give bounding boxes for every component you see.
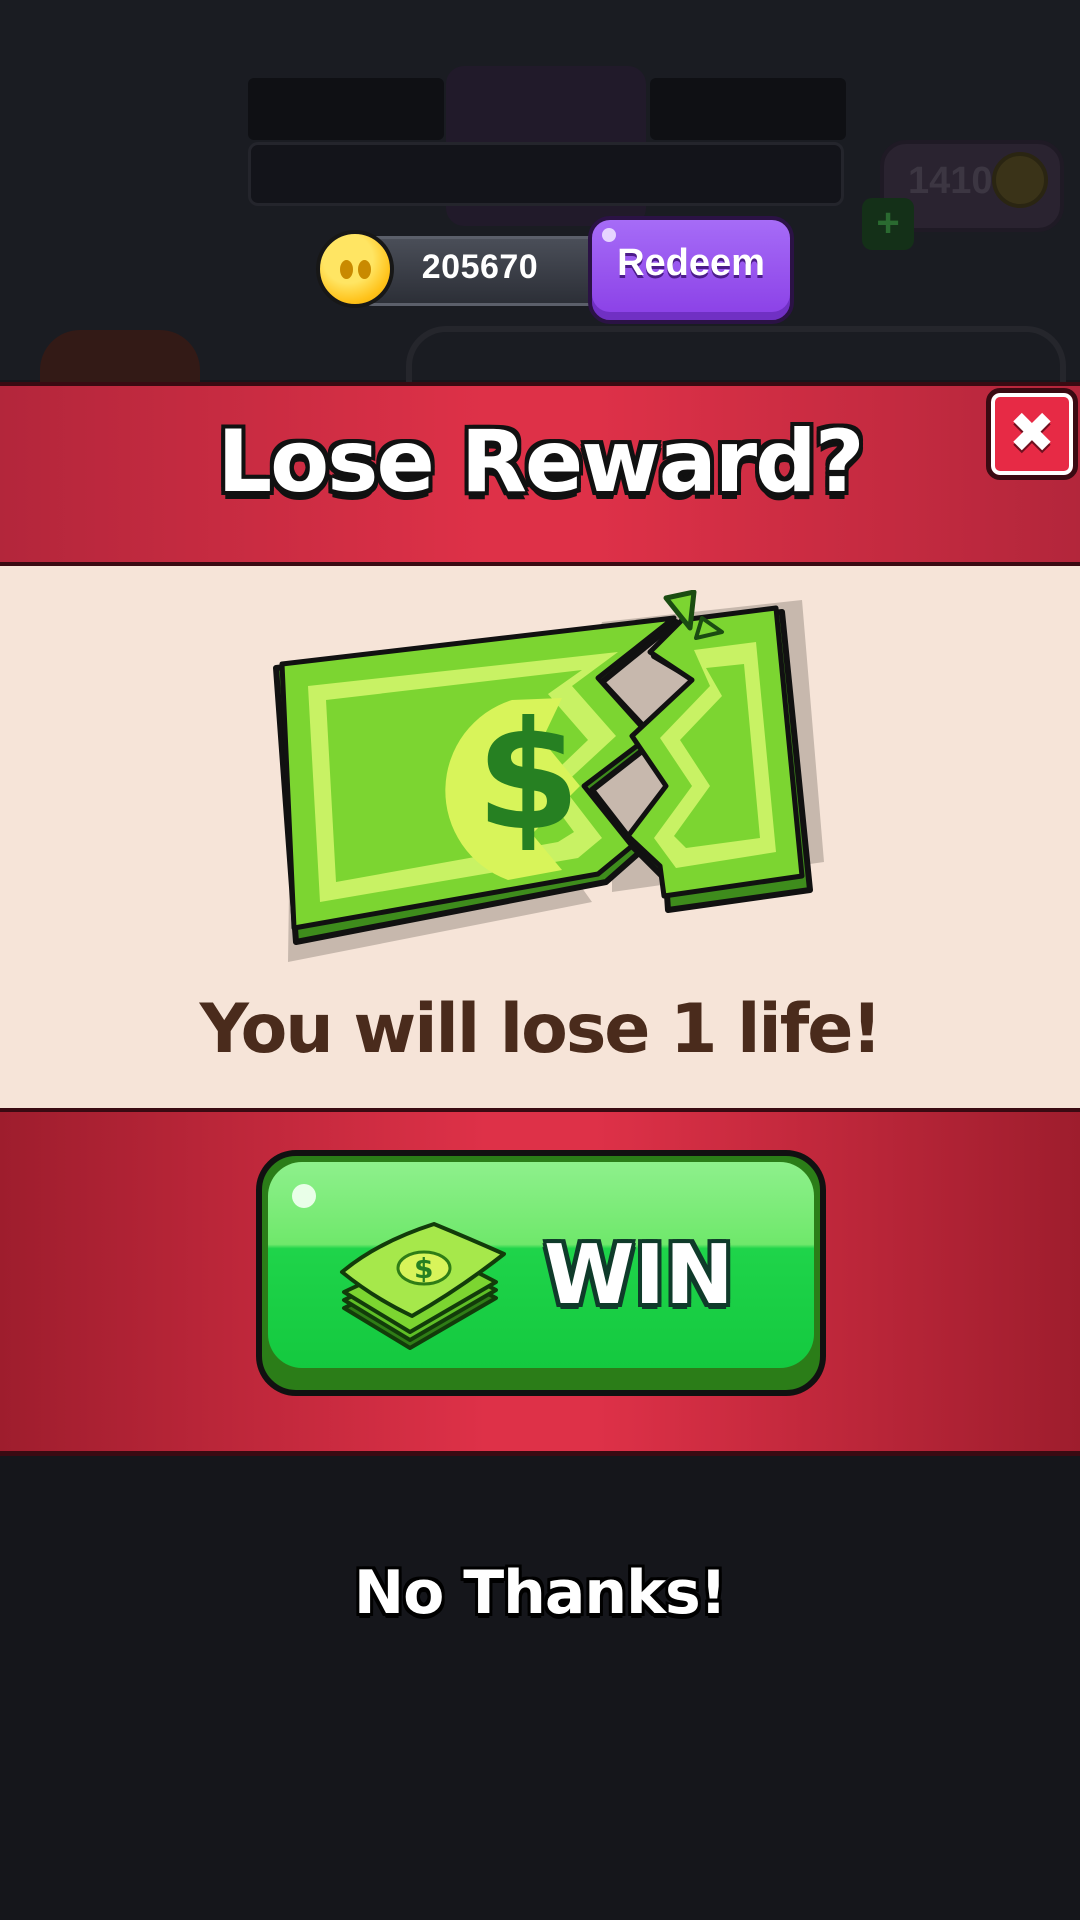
background-progress-bar xyxy=(248,142,844,206)
dialog-title: Lose Reward? xyxy=(217,412,864,512)
coin-eye-left xyxy=(340,260,353,279)
win-button-shine xyxy=(292,1184,316,1208)
win-button[interactable]: $ WIN xyxy=(256,1150,826,1396)
background-panel-left xyxy=(248,78,444,140)
lives-count: 1410 xyxy=(908,160,993,202)
svg-text:$: $ xyxy=(414,1252,433,1285)
coin-eye-right xyxy=(358,260,371,279)
no-thanks-button[interactable]: No Thanks! xyxy=(0,1558,1080,1628)
close-button[interactable]: ✖ xyxy=(986,388,1078,480)
redeem-label: Redeem xyxy=(617,242,765,284)
svg-text:$: $ xyxy=(476,690,580,864)
redeem-shine xyxy=(602,228,616,242)
cash-stack-icon: $ xyxy=(340,1222,506,1350)
plus-icon: + xyxy=(862,198,914,250)
win-button-face: $ WIN xyxy=(268,1162,814,1368)
coin-icon xyxy=(316,230,394,308)
background-panel-right xyxy=(650,78,846,140)
coin-balance: 205670 xyxy=(421,248,539,286)
win-label: WIN xyxy=(544,1228,734,1323)
redeem-button[interactable]: Redeem xyxy=(588,216,794,324)
broken-dollar-bill-icon: $ xyxy=(273,590,824,962)
lives-coin-icon xyxy=(992,152,1048,208)
dialog-message: You will lose 1 life! xyxy=(199,990,883,1069)
close-icon: ✖ xyxy=(1008,401,1056,466)
background-decoration xyxy=(40,330,200,390)
